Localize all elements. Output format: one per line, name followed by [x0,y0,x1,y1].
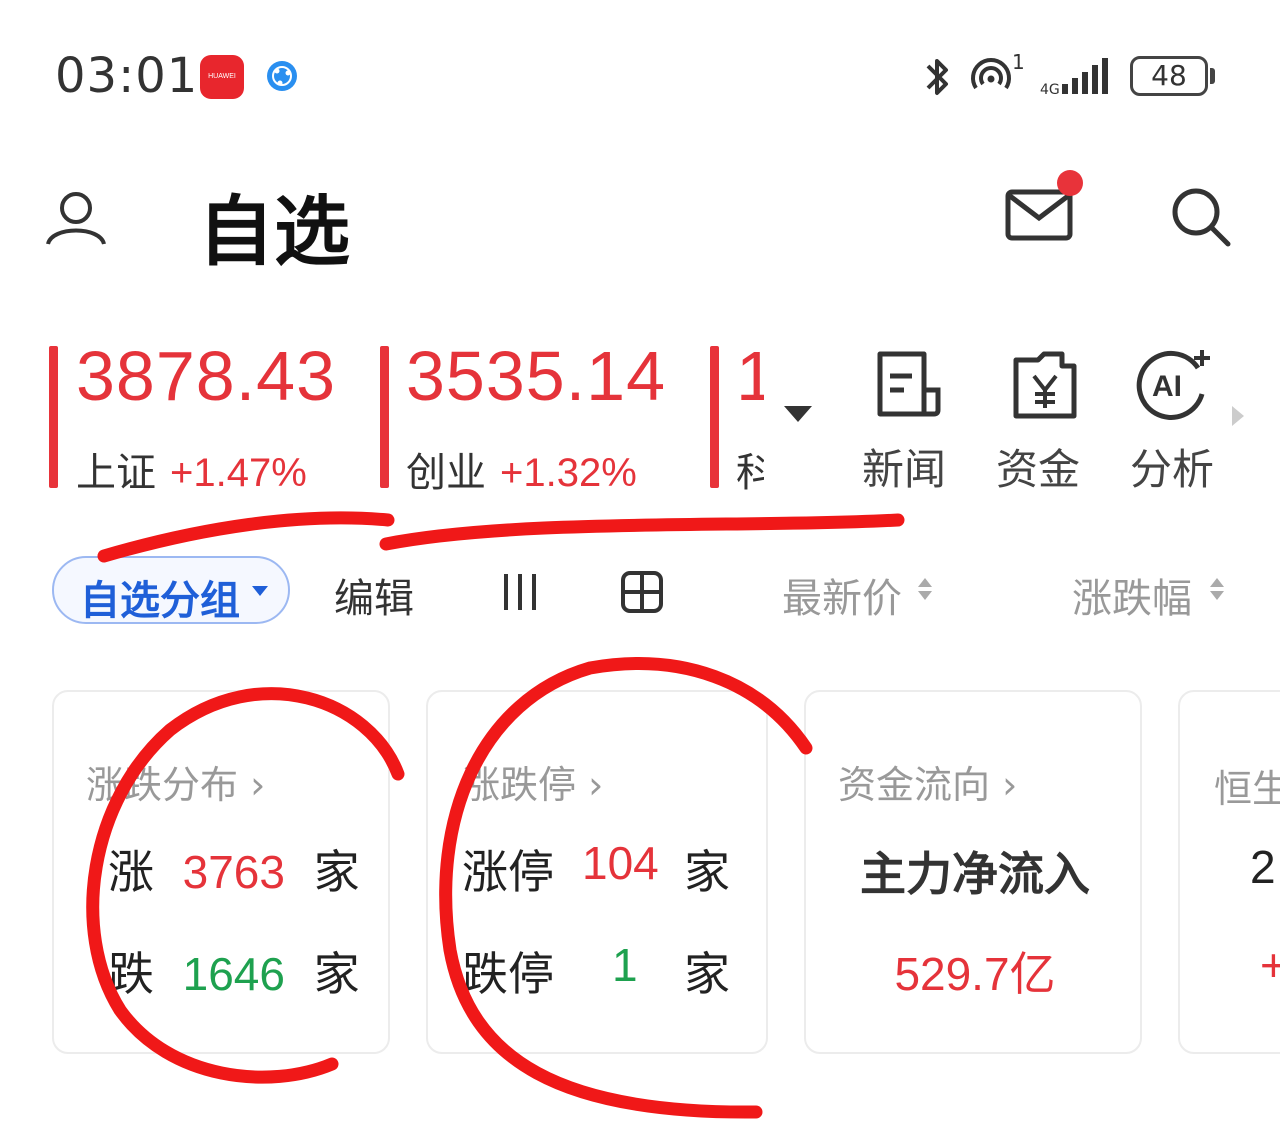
index-value-cy[interactable]: 3535.14 [406,336,666,416]
index-dropdown-icon[interactable] [784,406,812,422]
unit-label: 家 [684,845,730,899]
index-marker [380,346,389,488]
app-badge-text: HUAWEI [208,73,236,80]
rise-label: 涨 [108,845,154,899]
unit-label: 家 [313,845,360,899]
sort-arrows-icon[interactable] [1210,578,1224,600]
rise-count: 3763 [182,846,285,898]
person-icon[interactable] [44,188,108,248]
index-value-kc: 1 [736,337,764,415]
hsi-change: + [1260,939,1280,991]
fall-count-row: 跌 1646 家 [108,938,360,1004]
column-view-icon[interactable] [500,572,540,612]
index-label-sh[interactable]: 上证 +1.47% [76,440,307,498]
sort-arrows-icon[interactable] [918,578,932,600]
unread-dot [1057,170,1083,196]
limit-down-label: 跌停 [462,947,554,1001]
bluetooth-icon [926,59,948,95]
main-net-inflow-label: 主力净流入 [860,847,1090,901]
index-marker [49,346,58,488]
hotspot-count: 1 [1012,50,1025,74]
caret-down-icon [252,586,268,596]
fall-count: 1646 [182,948,285,1000]
svg-text:AI: AI [1152,370,1182,403]
index-value-sh[interactable]: 3878.43 [76,336,336,416]
battery-tip [1210,68,1215,84]
index-change: +1.32% [500,451,637,495]
card-title[interactable]: 资金流向 › [838,754,1017,809]
index-name: 上证 [76,450,156,496]
ai-analysis-icon[interactable]: AI [1136,346,1220,422]
group-label: 自选分组 [80,578,240,624]
sort-latest-price[interactable]: 最新价 [782,566,902,624]
card-title[interactable]: 涨跌分布 › [86,754,265,809]
page-title: 自选 [198,187,350,276]
edit-button[interactable]: 编辑 [334,566,414,624]
card-title[interactable]: 恒生 [1214,758,1280,813]
capital-flow-card[interactable]: 资金流向 › 主力净流入 529.7亿 [804,690,1142,1054]
status-time: 03:01 [55,48,199,104]
index-name-kc: 科 [736,450,764,496]
sort-change-pct[interactable]: 涨跌幅 [1072,566,1192,624]
limit-up-row: 涨停 104 家 [462,836,742,902]
index-marker [710,346,719,488]
hsi-value: 2 [1250,841,1276,893]
svg-text:4G: 4G [1040,82,1060,98]
limit-up-down-card[interactable]: 涨跌停 › 涨停 104 家 跌停 1 家 [426,690,768,1054]
limit-down-row: 跌停 1 家 [462,938,742,1004]
watchlist-group-button[interactable]: 自选分组 [52,556,290,624]
tool-analysis-label[interactable]: 分析 [1130,436,1214,497]
index-card-kc[interactable]: 1 科 [736,336,764,496]
browser-globe-icon [267,61,297,91]
tool-news-label[interactable]: 新闻 [862,436,946,497]
yuan-money-icon[interactable] [1010,350,1080,420]
search-icon[interactable] [1168,184,1234,250]
fall-label: 跌 [108,947,154,1001]
hotspot-icon [971,58,1011,90]
rise-count-row: 涨 3763 家 [108,836,360,902]
index-change: +1.47% [170,451,307,495]
huawei-appgallery-icon: HUAWEI [200,55,244,99]
grid-view-icon[interactable] [620,570,664,614]
limit-down-count: 1 [612,939,638,991]
rise-fall-distribution-card[interactable]: 涨跌分布 › 涨 3763 家 跌 1646 家 [52,690,390,1054]
scroll-right-icon[interactable] [1232,406,1244,426]
index-label-cy[interactable]: 创业 +1.32% [406,440,637,498]
card-title[interactable]: 涨跌停 › [462,754,603,809]
main-net-inflow-value: 529.7亿 [894,948,1056,1000]
limit-up-label: 涨停 [462,845,554,899]
unit-label: 家 [313,947,360,1001]
hang-seng-card[interactable]: 恒生 2 + [1178,690,1280,1054]
tool-funds-label[interactable]: 资金 [996,436,1080,497]
battery-level: 48 [1151,59,1187,92]
signal-strength-icon: 4G [1040,58,1108,98]
news-icon[interactable] [874,350,944,420]
limit-up-count: 104 [582,837,659,889]
battery-icon: 48 [1130,56,1208,96]
index-name: 创业 [406,450,486,496]
unit-label: 家 [684,947,730,1001]
